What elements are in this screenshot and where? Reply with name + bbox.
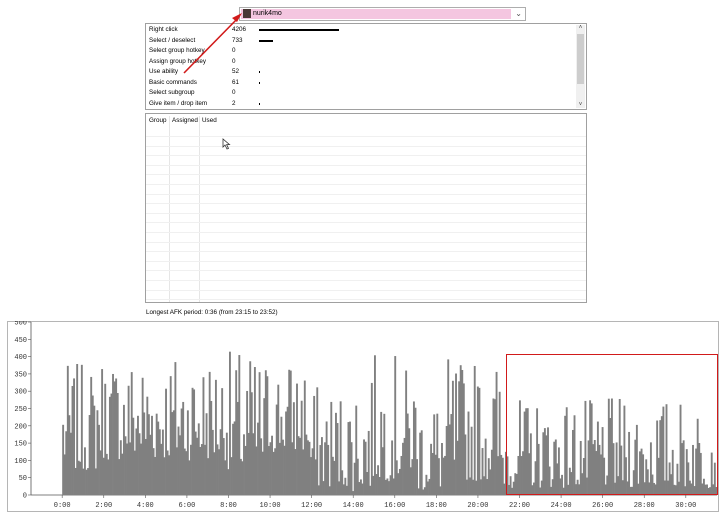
annotation-arrow — [183, 13, 242, 74]
mouse-cursor-icon — [222, 138, 231, 150]
